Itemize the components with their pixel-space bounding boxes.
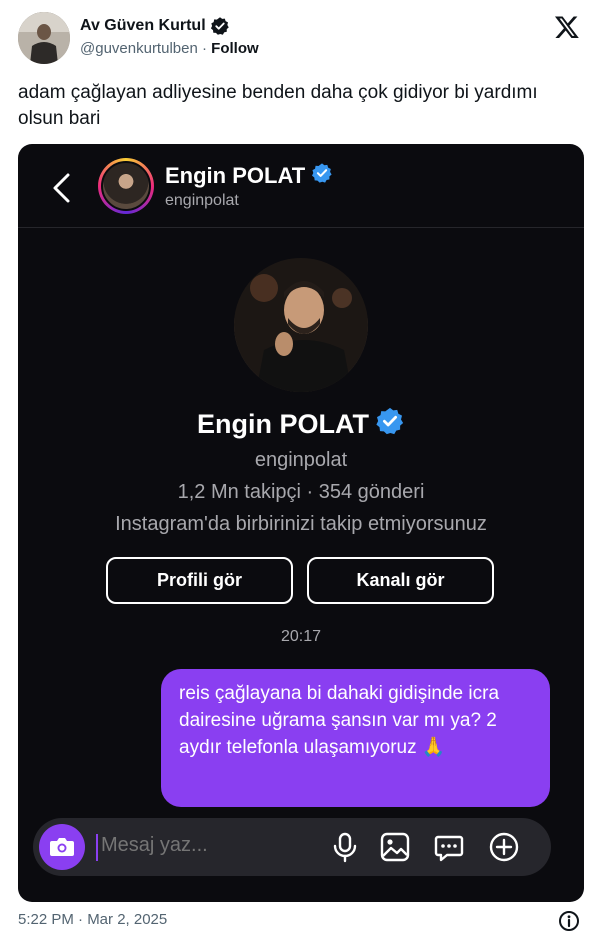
message-timestamp: 20:17: [280, 628, 322, 645]
profile-name: Engin POLAT: [197, 409, 369, 439]
dm-header: Engin POLAT enginpolat: [18, 144, 584, 228]
tweet-timestamp[interactable]: 5:22 PM · Mar 2, 2025: [18, 911, 167, 928]
profile-handle: enginpolat: [254, 449, 348, 471]
x-logo-icon[interactable]: [554, 14, 580, 40]
microphone-icon[interactable]: [329, 831, 361, 863]
text-caret: [96, 834, 98, 861]
follow-status-text: Instagram'da birbirinizi takip etmiyorsu…: [115, 513, 487, 535]
verified-badge-icon: [375, 406, 405, 443]
author-name-row[interactable]: Av Güven Kurtul: [80, 16, 230, 36]
info-icon[interactable]: [558, 910, 580, 932]
message-input[interactable]: [101, 834, 301, 857]
sticker-icon[interactable]: [433, 831, 465, 863]
plus-circle-icon[interactable]: [488, 831, 520, 863]
dm-header-name-row[interactable]: Engin POLAT: [165, 162, 333, 190]
tweet-header: Av Güven Kurtul @guvenkurtulben · Follow: [18, 12, 584, 68]
profile-name-row: Engin POLAT: [18, 406, 584, 443]
sent-message-bubble[interactable]: reis çağlayana bi dahaki gidişinde icra …: [161, 669, 550, 807]
follow-link[interactable]: Follow: [211, 40, 259, 57]
view-profile-button[interactable]: Profili gör: [106, 557, 293, 604]
dm-header-handle: enginpolat: [165, 192, 239, 209]
tweet-media-screenshot[interactable]: Engin POLAT enginpolat Engin POLAT engin…: [18, 144, 584, 902]
camera-icon[interactable]: [39, 824, 85, 870]
separator-dot: ·: [201, 40, 207, 57]
view-channel-button[interactable]: Kanalı gör: [307, 557, 494, 604]
tweet-text: adam çağlayan adliyesine benden daha çok…: [18, 82, 538, 129]
author-handle[interactable]: @guvenkurtulben: [80, 40, 198, 57]
chevron-left-icon[interactable]: [50, 172, 72, 204]
message-composer: [33, 818, 551, 876]
profile-photo[interactable]: [234, 258, 368, 392]
dm-header-name[interactable]: Engin POLAT: [165, 163, 305, 189]
author-handle-row: @guvenkurtulben · Follow: [80, 40, 259, 57]
dm-header-avatar[interactable]: [98, 158, 154, 214]
verified-badge-icon: [311, 162, 333, 190]
author-avatar[interactable]: [18, 12, 70, 64]
author-name[interactable]: Av Güven Kurtul: [80, 17, 206, 35]
profile-stats: 1,2 Mn takipçi · 354 gönderi: [177, 481, 425, 503]
image-icon[interactable]: [379, 831, 411, 863]
verified-badge-icon: [210, 16, 230, 36]
tweet-footer: 5:22 PM · Mar 2, 2025: [18, 910, 584, 932]
